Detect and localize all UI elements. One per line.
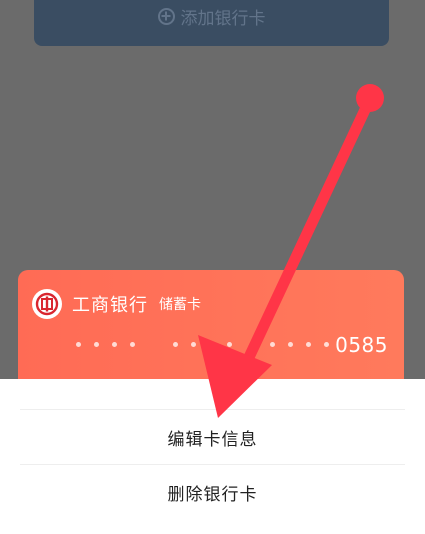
mask-dot (130, 342, 135, 347)
delete-bank-card-button[interactable]: 删除银行卡 (0, 465, 425, 519)
plus-circle-icon (157, 7, 175, 25)
mask-dot (94, 342, 99, 347)
mask-dot (76, 342, 81, 347)
icbc-logo-icon (32, 289, 62, 319)
edit-card-info-button[interactable]: 编辑卡信息 (0, 410, 425, 464)
card-last-four-digits: 0585 (335, 333, 388, 357)
masked-card-number (76, 342, 367, 347)
add-bank-card-button[interactable]: 添加银行卡 (34, 0, 389, 46)
mask-dot (209, 342, 214, 347)
bank-name: 工商银行 (72, 295, 148, 316)
mask-dot (191, 342, 196, 347)
mask-dot (112, 342, 117, 347)
add-bank-card-label: 添加银行卡 (180, 8, 266, 29)
mask-dot (270, 342, 275, 347)
mask-dot (306, 342, 311, 347)
mask-dot (173, 342, 178, 347)
action-sheet: 编辑卡信息 删除银行卡 (0, 379, 425, 534)
card-type: 储蓄卡 (159, 297, 201, 313)
mask-dot (288, 342, 293, 347)
mask-dot (324, 342, 329, 347)
mask-dot (227, 342, 232, 347)
